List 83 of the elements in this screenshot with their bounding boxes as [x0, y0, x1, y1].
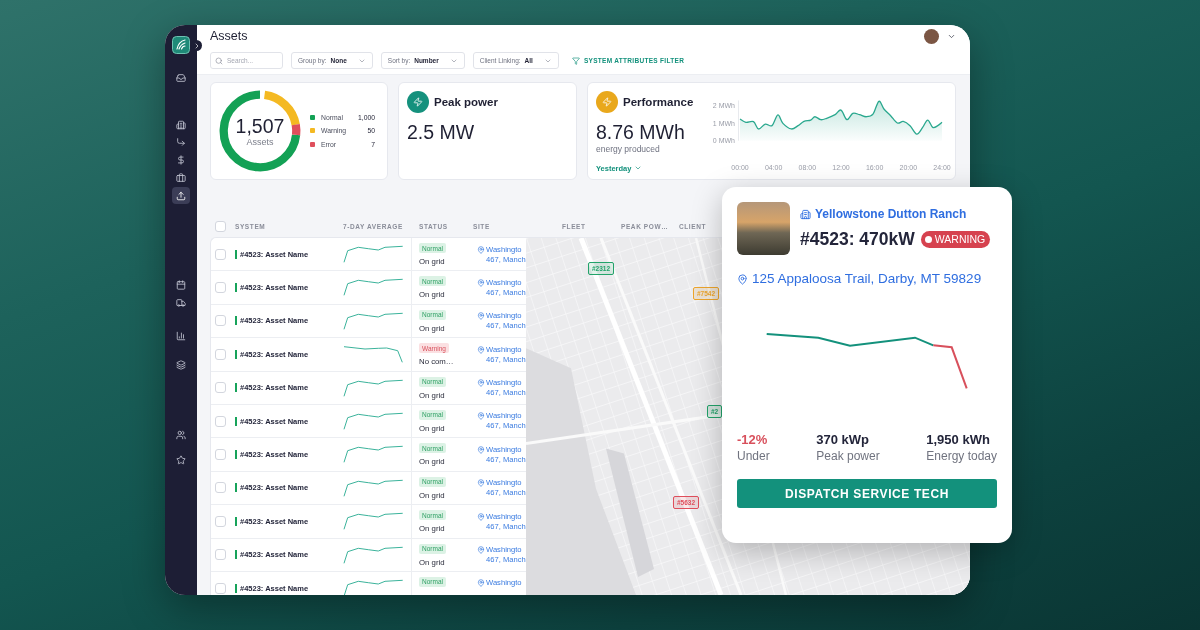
marker-icon	[235, 450, 237, 460]
photo-placeholder	[737, 202, 790, 255]
layers-icon	[176, 359, 186, 370]
location-pin-icon	[477, 579, 485, 588]
checkbox[interactable]	[215, 415, 226, 427]
checkbox[interactable]	[215, 282, 226, 294]
marker-icon	[235, 349, 237, 359]
inbox-icon	[176, 72, 186, 83]
checkbox[interactable]	[215, 515, 226, 527]
funnel-icon	[571, 56, 580, 65]
location-pin-icon	[477, 379, 485, 388]
checkbox[interactable]	[215, 549, 226, 561]
corner-arrow-icon	[176, 136, 186, 147]
card-value: 2.5 MW	[407, 120, 476, 144]
checkbox[interactable]	[215, 348, 226, 360]
location-pin-icon	[477, 312, 485, 321]
total-label: Assets	[246, 136, 274, 148]
stat-value: 370 kWp	[816, 432, 871, 448]
card-caption: energy produced	[596, 144, 661, 155]
checkbox[interactable]	[215, 221, 226, 232]
location-pin-icon	[737, 273, 748, 285]
checkbox[interactable]	[215, 582, 226, 594]
site-link[interactable]: Yellowstone Dutton Ranch	[800, 206, 967, 222]
lightning-icon	[407, 91, 429, 113]
stat-label: Peak power	[816, 448, 880, 464]
building-icon	[800, 208, 811, 220]
location-pin-icon	[477, 345, 485, 354]
card-title: Peak power	[434, 96, 498, 108]
nav-button[interactable]	[172, 187, 190, 204]
drop-line	[932, 344, 968, 390]
location-pin-icon	[477, 512, 485, 521]
location-pin-icon	[477, 546, 485, 554]
marker-icon	[235, 316, 237, 326]
dispatch-button[interactable]: DISPATCH SERVICE TECH	[737, 479, 997, 508]
sparkline	[343, 510, 403, 532]
page-title: Assets	[210, 29, 248, 43]
truck-icon	[176, 297, 186, 308]
sparkline	[343, 343, 403, 365]
checkbox[interactable]	[215, 482, 226, 494]
marker-icon	[235, 550, 237, 560]
users-icon	[176, 429, 186, 440]
briefcase-icon	[176, 172, 186, 183]
logo-icon[interactable]	[172, 36, 190, 54]
dollar-icon	[176, 154, 186, 165]
location-pin-icon	[477, 412, 485, 421]
location-pin-icon	[477, 278, 485, 287]
chevron-down-icon	[634, 164, 643, 172]
checkbox[interactable]	[215, 248, 226, 260]
checkbox[interactable]	[215, 382, 226, 394]
marker-icon	[235, 416, 237, 426]
card-value: 8.76 MWh	[596, 120, 686, 144]
stat-label: Energy today	[926, 448, 997, 464]
marker-icon	[235, 516, 237, 526]
checkbox[interactable]	[215, 449, 226, 461]
building-icon	[176, 119, 186, 130]
marker-icon	[235, 249, 237, 259]
star-icon	[176, 454, 186, 465]
lightning-icon	[596, 91, 618, 113]
asset-title: #4523: 470kW	[800, 228, 915, 250]
sparkline	[343, 276, 403, 298]
marker-icon	[235, 483, 237, 493]
search-icon	[215, 56, 223, 65]
card-title: Performance	[623, 96, 694, 108]
upload-icon	[176, 190, 186, 201]
stat-value: -12%	[737, 432, 769, 448]
stat-label: Under	[737, 448, 770, 464]
address-link[interactable]: 125 Appaloosa Trail, Darby, MT 59829	[737, 271, 982, 287]
dot-icon	[924, 235, 932, 243]
marker-icon	[235, 583, 237, 593]
location-pin-icon	[477, 479, 485, 488]
sparkline	[343, 443, 403, 465]
location-pin-icon	[477, 245, 485, 254]
calendar-icon	[176, 279, 186, 290]
checkbox[interactable]	[215, 315, 226, 327]
stat-value: 1,950 kWh	[926, 432, 991, 448]
marker-icon	[235, 283, 237, 293]
status-label: WARNING	[934, 233, 986, 245]
avatar[interactable]	[924, 28, 939, 44]
sparkline	[343, 243, 403, 264]
location-pin-icon	[477, 445, 485, 454]
marker-icon	[235, 383, 237, 393]
total-count: 1,507	[235, 114, 285, 137]
bar-chart-icon	[176, 330, 186, 341]
